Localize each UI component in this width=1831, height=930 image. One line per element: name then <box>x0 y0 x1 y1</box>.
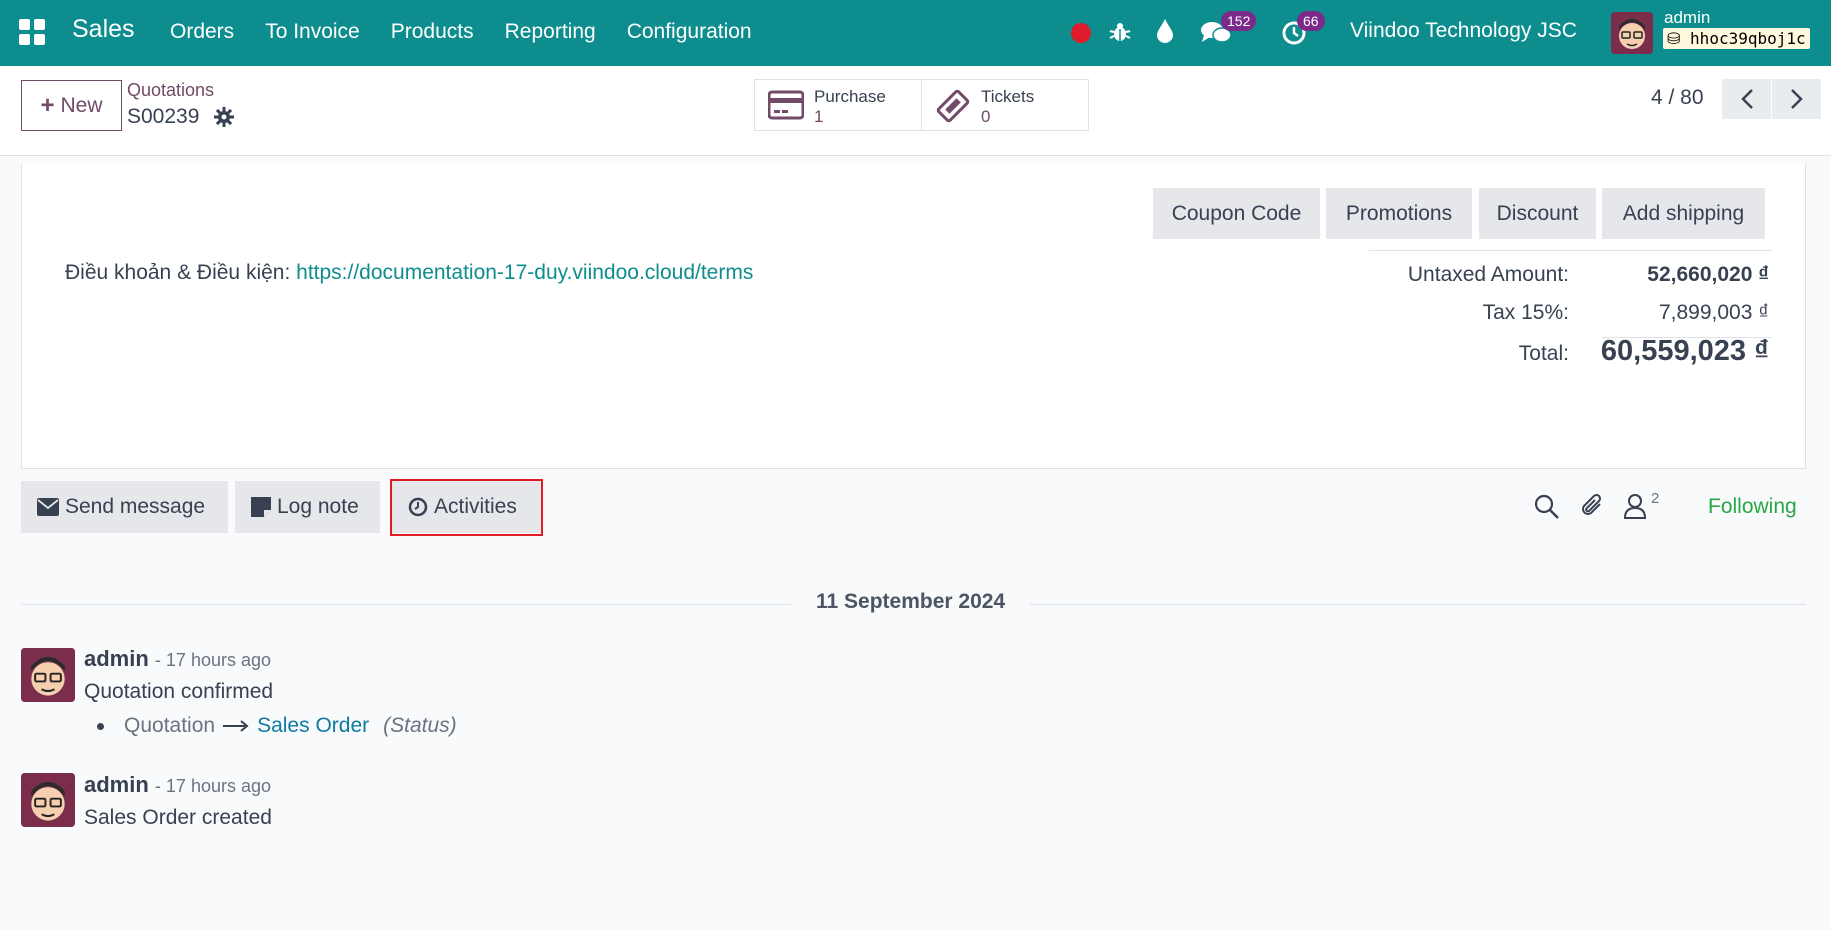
tracking-field-name: (Status) <box>383 714 457 737</box>
send-message-label: Send message <box>65 495 206 518</box>
message-body: Quotation confirmed <box>84 680 274 703</box>
coupon-code-button[interactable]: Coupon Code <box>1153 188 1320 239</box>
chevron-left-icon <box>1740 89 1753 109</box>
sticky-note-icon <box>251 497 271 517</box>
app-brand[interactable]: Sales <box>72 15 135 44</box>
activities-label: Activities <box>434 495 517 518</box>
menu-orders[interactable]: Orders <box>170 20 234 44</box>
plus-icon: + <box>40 91 55 119</box>
paperclip-icon[interactable] <box>1580 492 1606 520</box>
breadcrumb-quotations[interactable]: Quotations <box>127 80 214 101</box>
ticket-icon <box>936 89 970 123</box>
untaxed-amount-label: Untaxed Amount: <box>1407 263 1569 286</box>
message-author-name: admin <box>84 646 149 671</box>
new-button-label: New <box>60 93 103 117</box>
terms-label: Điều khoản & Điều kiện: <box>65 261 297 284</box>
database-icon: ⛁ <box>1667 29 1681 48</box>
activities-button[interactable]: Activities <box>392 481 541 533</box>
activities-badge: 66 <box>1297 11 1325 31</box>
main-menu: Orders To Invoice Products Reporting Con… <box>170 20 752 44</box>
form-sheet: Coupon Code Promotions Discount Add ship… <box>21 164 1806 469</box>
message-time: - 17 hours ago <box>154 650 271 670</box>
new-button[interactable]: + New <box>21 80 122 131</box>
smart-purchase-value: 1 <box>814 107 824 126</box>
message-body: Sales Order created <box>84 806 272 829</box>
tax-value: 7,899,003 ₫ <box>1658 301 1769 324</box>
credit-card-icon <box>768 90 804 120</box>
tracking-old-value: Quotation <box>124 714 216 737</box>
user-avatar[interactable] <box>1611 12 1653 54</box>
apps-menu-icon[interactable] <box>19 19 45 45</box>
smart-tickets-value: 0 <box>981 107 991 126</box>
arrow-right-icon <box>223 720 249 732</box>
tracking-value: Quotation Sales Order (Status) <box>97 714 457 738</box>
smart-button-purchase[interactable]: Purchase 1 <box>754 79 922 131</box>
promotions-button[interactable]: Promotions <box>1326 188 1472 239</box>
smart-button-tickets[interactable]: Tickets 0 <box>921 79 1089 131</box>
menu-configuration[interactable]: Configuration <box>627 20 752 44</box>
database-name: hhoc39qboj1c <box>1690 29 1806 48</box>
company-switcher[interactable]: Viindoo Technology JSC <box>1350 19 1577 43</box>
terms-link[interactable]: https://documentation-17-duy.viindoo.clo… <box>296 261 753 284</box>
log-note-button[interactable]: Log note <box>235 481 380 533</box>
envelope-icon <box>37 498 59 516</box>
pager-value[interactable]: 4 / 80 <box>1651 86 1704 110</box>
date-separator: 11 September 2024 <box>791 590 1031 614</box>
user-name[interactable]: admin <box>1664 8 1710 28</box>
discount-button[interactable]: Discount <box>1479 188 1596 239</box>
bullet <box>97 722 104 730</box>
gear-icon[interactable] <box>214 107 234 127</box>
breadcrumb-current: S00239 <box>127 105 200 128</box>
log-note-label: Log note <box>277 495 359 518</box>
control-panel: + New Quotations S00239 Purchase 1 Ticke… <box>0 66 1831 156</box>
terms-and-conditions: Điều khoản & Điều kiện: https://document… <box>65 261 753 285</box>
database-tag: ⛁ hhoc39qboj1c <box>1663 28 1810 49</box>
message-time: - 17 hours ago <box>154 776 271 796</box>
menu-reporting[interactable]: Reporting <box>505 20 596 44</box>
message-author[interactable]: admin - 17 hours ago <box>84 772 271 798</box>
search-icon[interactable] <box>1534 494 1560 520</box>
menu-products[interactable]: Products <box>391 20 474 44</box>
totals-divider <box>1369 250 1772 251</box>
tax-label: Tax 15%: <box>1482 301 1569 324</box>
chevron-right-icon <box>1790 89 1803 109</box>
clock-icon <box>408 497 428 517</box>
untaxed-amount-value: 52,660,020 ₫ <box>1647 263 1769 286</box>
theme-drop-icon[interactable] <box>1155 18 1175 44</box>
smart-purchase-label: Purchase <box>814 87 886 106</box>
tracking-new-value: Sales Order <box>257 714 370 737</box>
send-message-button[interactable]: Send message <box>21 481 228 533</box>
messages-badge: 152 <box>1221 11 1257 31</box>
total-value: 60,559,023 ₫ <box>1600 335 1769 367</box>
pager-next-button[interactable] <box>1772 79 1821 119</box>
message-author-name: admin <box>84 772 149 797</box>
debug-bug-icon[interactable] <box>1108 20 1132 44</box>
menu-to-invoice[interactable]: To Invoice <box>265 20 360 44</box>
message-author[interactable]: admin - 17 hours ago <box>84 646 271 672</box>
pager-previous-button[interactable] <box>1722 79 1771 119</box>
message-avatar[interactable] <box>21 773 75 827</box>
message-avatar[interactable] <box>21 648 75 702</box>
top-navbar: Sales Orders To Invoice Products Reporti… <box>0 0 1831 66</box>
followers-icon[interactable] <box>1624 493 1646 519</box>
total-label: Total: <box>1518 342 1569 365</box>
add-shipping-button[interactable]: Add shipping <box>1602 188 1765 239</box>
followers-count: 2 <box>1651 490 1660 507</box>
following-button[interactable]: Following <box>1708 495 1797 519</box>
smart-tickets-label: Tickets <box>981 87 1035 106</box>
record-indicator-icon[interactable] <box>1071 23 1091 43</box>
